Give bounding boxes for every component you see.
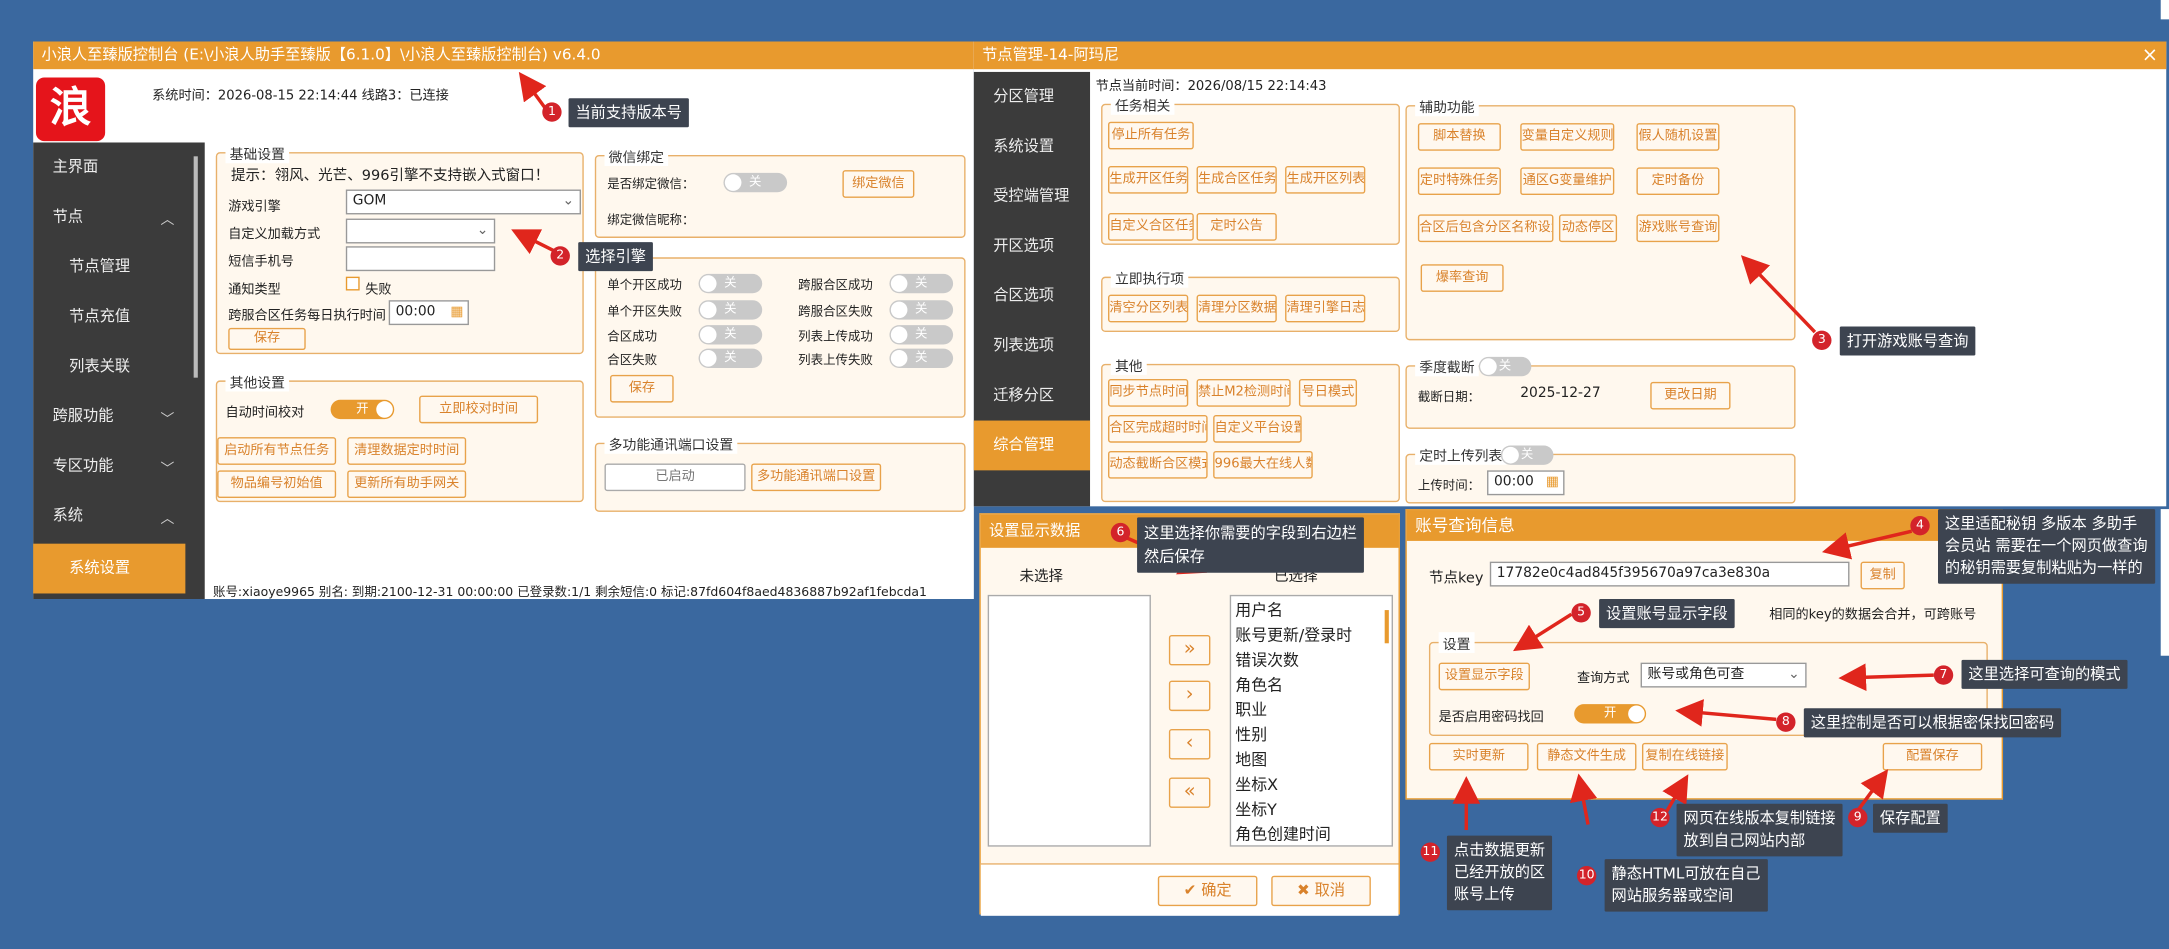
callout-1: 当前支持版本号 <box>568 98 689 128</box>
callout-badge-5: 5 <box>1571 603 1591 623</box>
callout-7: 这里选择可查询的模式 <box>1961 659 2128 689</box>
callout-6: 这里选择你需要的字段到右边栏 然后保存 <box>1137 517 1364 573</box>
callout-badge-3: 3 <box>1812 330 1832 351</box>
callout-badge-1: 1 <box>542 102 562 122</box>
callout-badge-4: 4 <box>1910 516 1930 536</box>
callout-badge-12: 12 <box>1650 807 1670 828</box>
callout-badge-8: 8 <box>1776 712 1796 732</box>
callout-badge-2: 2 <box>550 246 570 266</box>
callout-badge-10: 10 <box>1576 866 1597 886</box>
callout-5: 设置账号显示字段 <box>1599 599 1735 629</box>
callout-3: 打开游戏账号查询 <box>1839 326 1976 356</box>
callout-11: 点击数据更新 已经开放的区 账号上传 <box>1446 835 1553 911</box>
callout-4: 这里适配秘钥 多版本 多助手 会员站 需要在一个网页做查询 的秘钥需要复制粘贴为… <box>1938 509 2155 584</box>
callout-badge-7: 7 <box>1933 665 1954 685</box>
annotation-arrows <box>511 71 1934 831</box>
callout-8: 这里控制是否可以根据密保找回密码 <box>1803 708 2062 738</box>
callout-12: 网页在线版本复制链接 放到自己网站内部 <box>1676 803 1843 857</box>
callout-badge-11: 11 <box>1420 842 1441 862</box>
callout-9: 保存配置 <box>1872 803 1948 833</box>
callout-badge-9: 9 <box>1848 807 1868 828</box>
callout-10: 静态HTML可放在自己 网站服务器或空间 <box>1604 859 1768 912</box>
callout-2: 选择引擎 <box>578 242 653 272</box>
callout-badge-6: 6 <box>1110 522 1131 543</box>
